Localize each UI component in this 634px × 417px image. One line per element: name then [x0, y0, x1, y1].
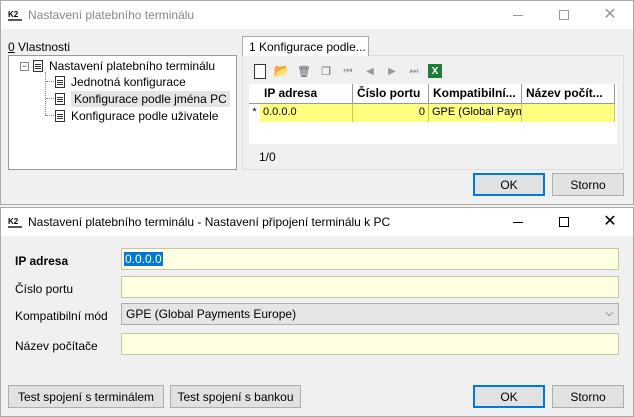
compat-mode-select[interactable]: GPE (Global Payments Europe) ⌵: [121, 303, 619, 325]
tree-root[interactable]: − Nastavení platebního terminálu: [20, 58, 215, 74]
minimize-button[interactable]: [495, 1, 541, 29]
tree-item-label: Jednotná konfigurace: [71, 75, 186, 89]
grid-cell-ip[interactable]: 0.0.0.0: [260, 104, 353, 122]
tree-item-single-config[interactable]: Jednotná konfigurace: [55, 74, 186, 90]
record-counter: 1/0: [259, 150, 276, 164]
config-grid: IP adresa Číslo portu Kompatibilní... Ná…: [249, 84, 617, 144]
tree-item-label: Konfigurace podle uživatele: [71, 109, 219, 123]
cancel-button[interactable]: Storno: [552, 385, 624, 408]
pc-name-label: Název počítače: [15, 339, 98, 353]
title-bar[interactable]: K2 Nastavení platebního terminálu ✕: [1, 1, 633, 29]
ok-button[interactable]: OK: [473, 173, 545, 196]
maximize-icon: [559, 217, 569, 227]
title-bar[interactable]: K2 Nastavení platebního terminálu - Nast…: [1, 208, 633, 236]
last-record-icon[interactable]: ⏭: [406, 63, 422, 79]
previous-record-icon[interactable]: ◀: [362, 63, 378, 79]
ip-address-input[interactable]: 0.0.0.0: [121, 248, 619, 270]
properties-label-text: Vlastnosti: [14, 40, 71, 54]
window-title: Nastavení platebního terminálu: [28, 8, 195, 22]
grid-header-port[interactable]: Číslo portu: [353, 84, 429, 104]
tree-item-label: Konfigurace podle jména PC: [71, 91, 230, 107]
cancel-button[interactable]: Storno: [552, 173, 624, 196]
maximize-icon: [559, 10, 569, 20]
pc-name-input[interactable]: [121, 333, 619, 355]
minimize-icon: [513, 221, 523, 223]
next-record-icon[interactable]: ▶: [384, 63, 400, 79]
tree-connector: [46, 98, 54, 99]
delete-icon[interactable]: 🗑: [296, 63, 312, 79]
document-icon: [55, 93, 65, 105]
app-icon: K2: [8, 8, 22, 21]
test-terminal-button[interactable]: Test spojení s terminálem: [8, 385, 164, 408]
port-label: Číslo portu: [15, 282, 74, 296]
ip-address-value: 0.0.0.0: [124, 252, 163, 266]
collapse-icon[interactable]: −: [20, 61, 29, 71]
grid-header-ip[interactable]: IP adresa: [260, 84, 353, 104]
document-icon: [33, 60, 43, 72]
ip-address-label: IP adresa: [15, 254, 69, 268]
window-title: Nastavení platebního terminálu - Nastave…: [28, 215, 391, 229]
grid-header-marker: [249, 84, 260, 104]
port-input[interactable]: [121, 276, 619, 298]
grid-cell-pc[interactable]: [522, 104, 615, 122]
tree-connector: [46, 115, 54, 116]
grid-toolbar: 📂 🗑 ❐ ⏮ ◀ ▶ ⏭ X: [252, 62, 442, 80]
properties-hotkey: 0: [8, 40, 15, 54]
close-button[interactable]: ✕: [587, 208, 633, 236]
tab-pc-config[interactable]: 1 Konfigurace podle...: [242, 36, 369, 56]
tree-connector: [46, 81, 54, 82]
tree-connector: [45, 72, 46, 116]
minimize-button[interactable]: [495, 208, 541, 236]
tree-item-user-config[interactable]: Konfigurace podle uživatele: [55, 108, 218, 124]
grid-header-pc[interactable]: Název počít...: [522, 84, 615, 104]
tree-item-pc-config[interactable]: Konfigurace podle jména PC: [55, 91, 230, 107]
minimize-icon: [513, 14, 523, 16]
close-button[interactable]: ✕: [587, 1, 633, 29]
app-icon: K2: [8, 215, 22, 228]
first-record-icon[interactable]: ⏮: [340, 63, 356, 79]
open-folder-icon[interactable]: 📂: [274, 63, 290, 79]
document-icon: [55, 110, 65, 122]
properties-label: 0 Vlastnosti: [8, 40, 70, 54]
document-icon: [55, 76, 65, 88]
compat-mode-label: Kompatibilní mód: [15, 309, 108, 323]
compat-mode-value: GPE (Global Payments Europe): [126, 307, 297, 321]
table-row[interactable]: * 0.0.0.0 0 GPE (Global Payme: [249, 104, 615, 122]
maximize-button[interactable]: [541, 208, 587, 236]
new-row-marker: *: [249, 104, 260, 122]
test-bank-button[interactable]: Test spojení s bankou: [170, 385, 301, 408]
excel-export-icon[interactable]: X: [428, 64, 442, 78]
chevron-down-icon: ⌵: [605, 308, 613, 319]
new-record-icon[interactable]: [252, 63, 268, 79]
close-icon: ✕: [603, 6, 617, 23]
copy-icon[interactable]: ❐: [318, 63, 334, 79]
grid-cell-mode[interactable]: GPE (Global Payme: [429, 104, 522, 122]
grid-cell-port[interactable]: 0: [353, 104, 429, 122]
maximize-button[interactable]: [541, 1, 587, 29]
ok-button[interactable]: OK: [473, 385, 545, 408]
grid-header: IP adresa Číslo portu Kompatibilní... Ná…: [249, 84, 615, 104]
tree-root-label: Nastavení platebního terminálu: [49, 59, 216, 73]
grid-header-mode[interactable]: Kompatibilní...: [429, 84, 522, 104]
close-icon: ✕: [603, 213, 617, 230]
